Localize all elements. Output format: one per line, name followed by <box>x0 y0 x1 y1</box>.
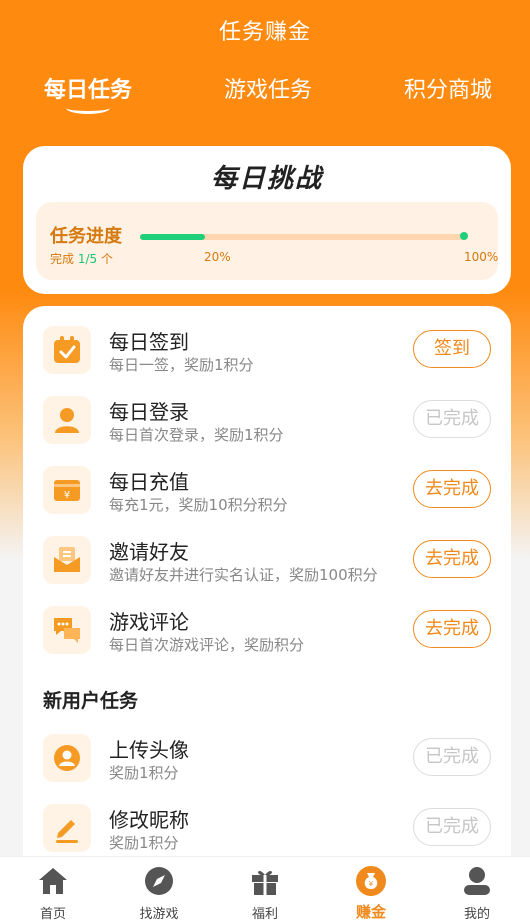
task-name: 修改昵称 <box>109 808 189 832</box>
task-name: 每日充值 <box>109 470 189 494</box>
task-completed-button[interactable]: 已完成 <box>413 400 491 438</box>
task-completed-button[interactable]: 已完成 <box>413 808 491 846</box>
task-list-card: 每日签到 每日一签，奖励1积分 签到 每日登录 每日首次登录，奖励1积分 已完成… <box>23 306 511 906</box>
completed-prefix: 完成 <box>50 252 75 266</box>
tab-label: 积分商城 <box>403 78 492 103</box>
money-bag-icon: ¥ <box>355 865 387 897</box>
comment-icon <box>43 606 91 654</box>
task-name: 游戏评论 <box>109 610 189 634</box>
bottom-navigation: 首页 找游戏 福利 ¥ 赚金 我的 <box>0 856 530 920</box>
compass-icon <box>143 865 175 897</box>
wallet-yuan-icon: ¥ <box>43 466 91 514</box>
home-icon <box>37 865 69 897</box>
nav-welfare[interactable]: 福利 <box>212 857 318 920</box>
task-description: 每日一签，奖励1积分 <box>109 356 254 374</box>
task-progress-panel: 任务进度 完成 1/5 个 20% 100% <box>36 202 498 280</box>
daily-challenge-card: 每日挑战 任务进度 完成 1/5 个 20% 100% <box>23 146 511 294</box>
completed-count-text: 完成 1/5 个 <box>50 250 113 267</box>
tab-game-tasks[interactable]: 游戏任务 <box>220 72 316 104</box>
nav-find-games[interactable]: 找游戏 <box>106 857 212 920</box>
profile-icon <box>461 865 493 897</box>
tab-label: 每日任务 <box>43 78 132 103</box>
task-item-upload-avatar: 上传头像 奖励1积分 已完成 <box>23 734 511 804</box>
avatar-upload-icon <box>43 734 91 782</box>
nav-earn-money[interactable]: ¥ 赚金 <box>318 857 424 920</box>
task-name: 上传头像 <box>109 738 189 762</box>
tab-daily-tasks[interactable]: 每日任务 <box>40 72 136 104</box>
nav-label: 我的 <box>463 907 490 920</box>
task-completed-button[interactable]: 已完成 <box>413 738 491 776</box>
svg-text:¥: ¥ <box>369 880 374 888</box>
nav-label: 福利 <box>251 907 278 920</box>
progress-fill <box>140 234 205 240</box>
completed-suffix: 个 <box>100 252 113 266</box>
task-name: 邀请好友 <box>109 540 189 564</box>
tab-bar: 每日任务 游戏任务 积分商城 <box>0 72 530 122</box>
progress-tick-end: 100% <box>464 250 499 264</box>
task-description: 每充1元，奖励10积分积分 <box>109 496 288 514</box>
tab-label: 游戏任务 <box>223 78 312 103</box>
task-item-daily-login: 每日登录 每日首次登录，奖励1积分 已完成 <box>23 396 511 466</box>
progress-track <box>140 234 464 240</box>
signin-button[interactable]: 签到 <box>413 330 491 368</box>
gift-icon <box>249 865 281 897</box>
new-user-section-title: 新用户任务 <box>43 690 139 712</box>
go-complete-button[interactable]: 去完成 <box>413 540 491 578</box>
task-name: 每日登录 <box>109 400 189 424</box>
task-item-daily-recharge: ¥ 每日充值 每充1元，奖励10积分积分 去完成 <box>23 466 511 536</box>
task-description: 奖励1积分 <box>109 764 179 782</box>
challenge-title: 每日挑战 <box>210 164 323 194</box>
active-tab-indicator <box>66 102 110 114</box>
progress-end-dot <box>460 232 468 240</box>
nav-label: 赚金 <box>355 903 386 920</box>
nav-label: 找游戏 <box>139 907 179 920</box>
progress-label: 任务进度 <box>50 226 122 247</box>
task-description: 奖励1积分 <box>109 834 179 852</box>
tab-points-mall[interactable]: 积分商城 <box>400 72 496 104</box>
svg-text:¥: ¥ <box>64 490 70 501</box>
page-title: 任务赚金 <box>218 20 311 45</box>
go-complete-button[interactable]: 去完成 <box>413 470 491 508</box>
progress-tick-mid: 20% <box>204 250 231 264</box>
task-item-game-comment: 游戏评论 每日首次游戏评论，奖励积分 去完成 <box>23 606 511 676</box>
go-complete-button[interactable]: 去完成 <box>413 610 491 648</box>
calendar-check-icon <box>43 326 91 374</box>
task-name: 每日签到 <box>109 330 189 354</box>
completed-count: 1/5 <box>77 252 98 266</box>
task-description: 每日首次登录，奖励1积分 <box>109 426 284 444</box>
nav-home[interactable]: 首页 <box>0 857 106 920</box>
nav-label: 首页 <box>39 907 66 920</box>
nav-profile[interactable]: 我的 <box>424 857 530 920</box>
task-item-daily-signin: 每日签到 每日一签，奖励1积分 签到 <box>23 326 511 396</box>
task-item-invite-friends: 邀请好友 邀请好友并进行实名认证，奖励100积分 去完成 <box>23 536 511 606</box>
envelope-icon <box>43 536 91 584</box>
task-description: 每日首次游戏评论，奖励积分 <box>109 636 305 654</box>
edit-icon <box>43 804 91 852</box>
task-description: 邀请好友并进行实名认证，奖励100积分 <box>109 566 378 584</box>
user-icon <box>43 396 91 444</box>
